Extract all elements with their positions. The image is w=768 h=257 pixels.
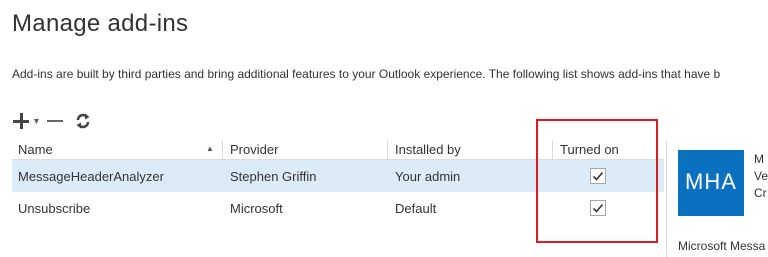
remove-button[interactable] (47, 112, 63, 130)
details-divider (666, 140, 667, 257)
addin-name: MessageHeaderAnalyzer (18, 169, 164, 184)
table-row[interactable]: Unsubscribe Microsoft Default (12, 192, 664, 224)
addin-name: Unsubscribe (18, 201, 91, 216)
addin-tile-text: MHA (685, 169, 737, 194)
column-header-name[interactable]: Name (18, 142, 53, 157)
column-divider[interactable] (387, 140, 388, 159)
addin-tile: MHA (678, 150, 744, 216)
column-divider[interactable] (552, 140, 553, 159)
turned-on-checkbox[interactable] (590, 200, 606, 216)
details-line-2: Ve (754, 169, 768, 183)
details-line-3: Cr (754, 186, 767, 200)
column-divider[interactable] (222, 140, 223, 159)
manage-add-ins-page: Manage add-ins Add-ins are built by thir… (0, 0, 768, 257)
column-header-provider[interactable]: Provider (230, 142, 278, 157)
addin-provider: Stephen Griffin (230, 169, 317, 184)
column-header-turned-on[interactable]: Turned on (560, 142, 619, 157)
details-line-1: M (754, 152, 764, 166)
details-addin-name: Microsoft Messa (678, 239, 766, 253)
sort-ascending-icon: ▲ (206, 144, 214, 153)
addin-installed-by: Your admin (395, 169, 461, 184)
checkmark-icon (592, 203, 604, 213)
page-description: Add-ins are built by third parties and b… (12, 67, 721, 81)
checkmark-icon (592, 171, 604, 181)
add-ins-table: Name ▲ Provider Installed by Turned on M… (12, 140, 664, 224)
chevron-down-icon[interactable]: ▼ (32, 117, 41, 126)
table-header: Name ▲ Provider Installed by Turned on (12, 140, 664, 160)
refresh-button[interactable] (75, 112, 91, 130)
addin-provider: Microsoft (230, 201, 283, 216)
refresh-icon (76, 113, 90, 129)
addin-installed-by: Default (395, 201, 437, 216)
turned-on-checkbox[interactable] (590, 168, 606, 184)
page-title: Manage add-ins (12, 10, 189, 37)
column-header-installed-by[interactable]: Installed by (395, 142, 461, 157)
minus-icon (47, 120, 63, 122)
add-button[interactable]: ▼ (13, 112, 45, 130)
table-row[interactable]: MessageHeaderAnalyzer Stephen Griffin Yo… (12, 160, 664, 192)
